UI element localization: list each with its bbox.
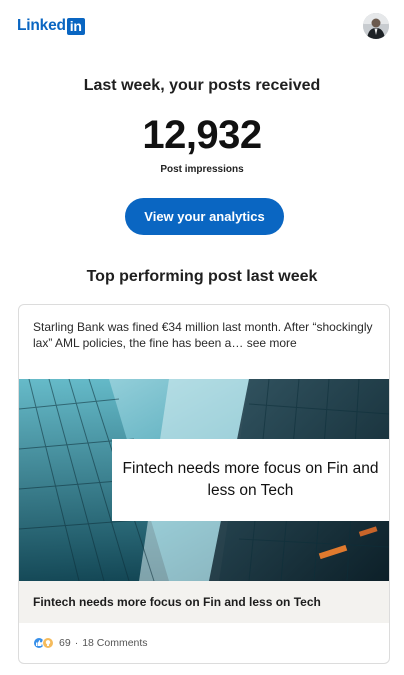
post-text-body: Starling Bank was fined €34 million last… — [33, 320, 373, 350]
linkedin-logo[interactable]: Linked in — [17, 17, 85, 35]
insightful-reaction-icon — [42, 637, 54, 649]
impressions-label: Post impressions — [160, 164, 244, 175]
post-text: Starling Bank was fined €34 million last… — [33, 319, 373, 351]
top-post-section-title: Top performing post last week — [86, 268, 318, 285]
post-image[interactable]: Fintech needs more focus on Fin and less… — [19, 379, 389, 581]
impressions-count: 12,932 — [142, 113, 262, 157]
comments-count[interactable]: 18 Comments — [82, 637, 147, 649]
logo-wordmark: Linked — [17, 17, 66, 34]
separator-dot: · — [74, 637, 79, 649]
logo-in-badge: in — [66, 17, 85, 35]
summary-headline: Last week, your posts received — [83, 77, 321, 94]
email-header: Linked in — [0, 0, 404, 54]
image-caption-box: Fintech needs more focus on Fin and less… — [112, 439, 389, 521]
article-title-link[interactable]: Fintech needs more focus on Fin and less… — [19, 581, 389, 623]
user-avatar-icon — [363, 13, 389, 39]
reactions-summary[interactable]: 69 · 18 Comments — [33, 635, 148, 651]
top-post-card[interactable]: Starling Bank was fined €34 million last… — [18, 304, 390, 664]
view-analytics-button[interactable]: View your analytics — [125, 198, 284, 235]
reaction-count: 69 — [59, 637, 71, 649]
profile-avatar[interactable] — [363, 13, 389, 39]
see-more-link[interactable]: see more — [247, 336, 297, 350]
